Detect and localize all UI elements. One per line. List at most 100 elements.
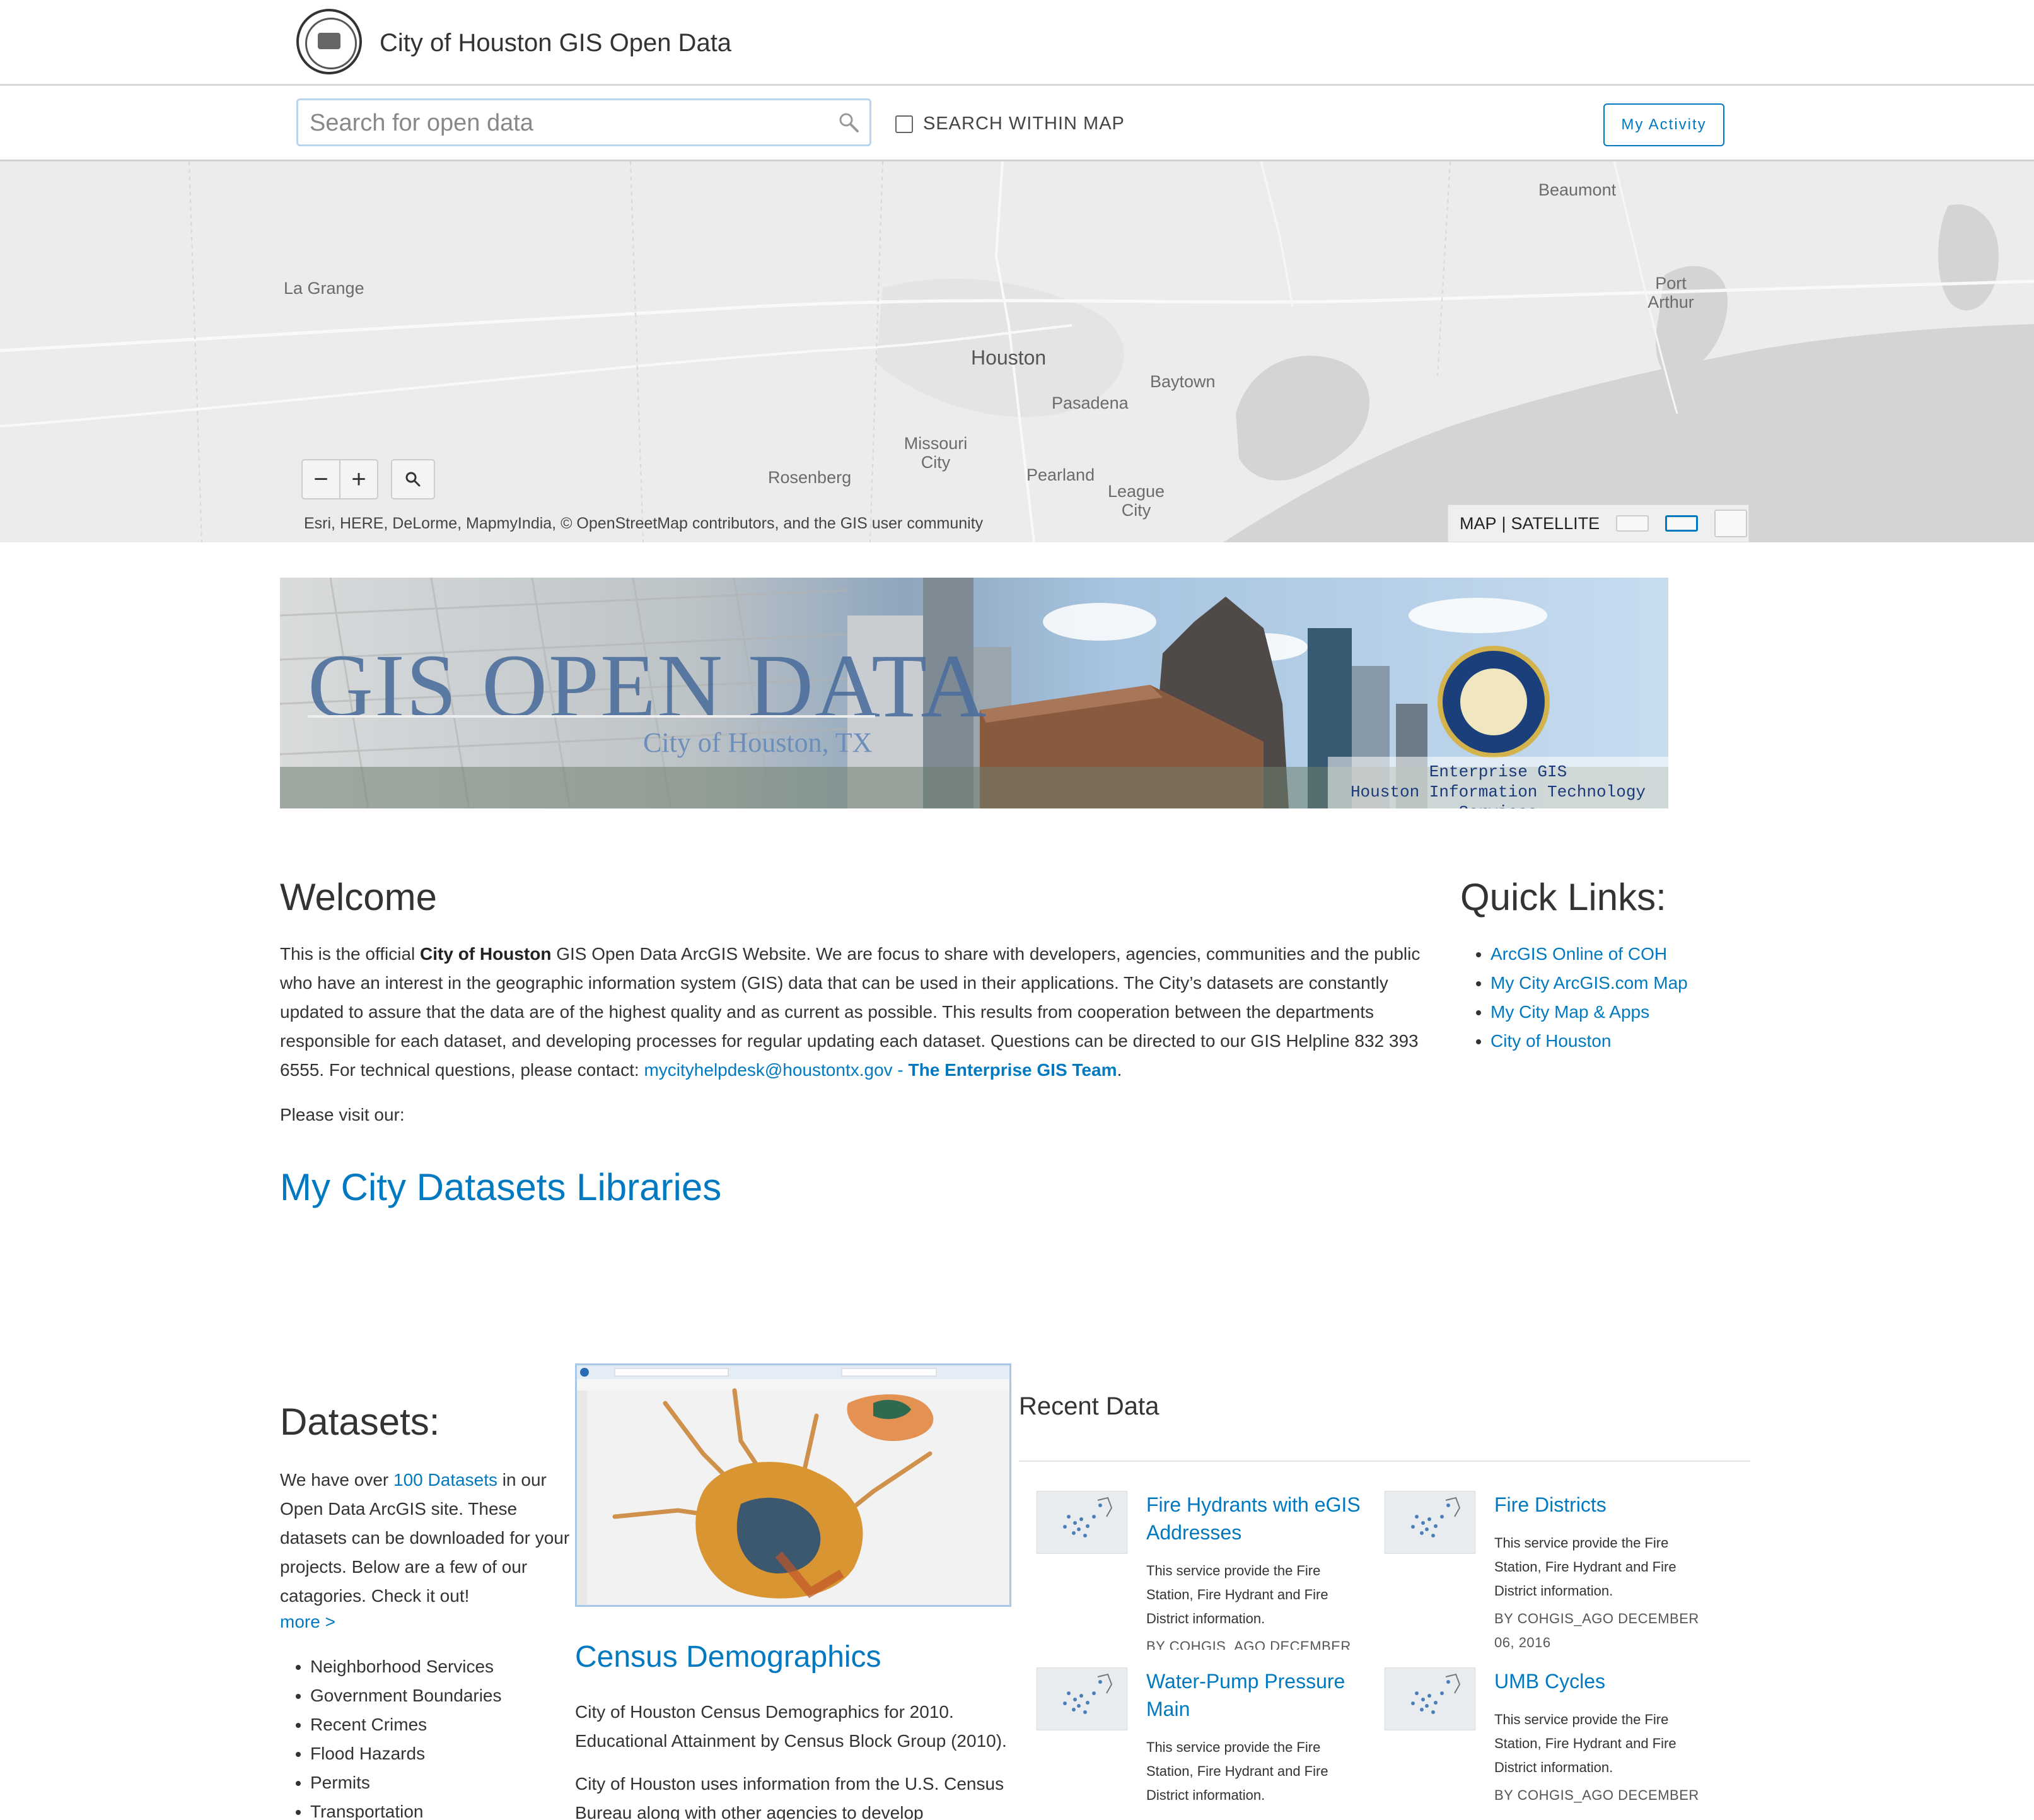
datasets-count-link[interactable]: 100 Datasets — [393, 1470, 497, 1490]
census-map-graphic — [577, 1365, 1009, 1605]
banner-title: GIS OPEN DATA — [308, 636, 988, 737]
search-input[interactable] — [310, 108, 827, 138]
recent-card-description: This service provide the Fire Station, F… — [1146, 1739, 1328, 1803]
welcome-heading: Welcome — [280, 876, 437, 918]
city-seal-logo[interactable] — [296, 9, 362, 74]
site-header: City of Houston GIS Open Data — [0, 0, 2034, 86]
category-item: Government Boundaries — [310, 1681, 502, 1710]
welcome-text-body: GIS Open Data ArcGIS Website. We are foc… — [280, 944, 1421, 1080]
recent-card-description: This service provide the Fire Station, F… — [1146, 1563, 1328, 1626]
recent-card-fire-districts[interactable]: Fire Districts This service provide the … — [1385, 1491, 1712, 1650]
magnifier-icon — [405, 472, 421, 487]
map-view[interactable]: Beaumont Port Arthur La Grange Houston B… — [0, 161, 2034, 542]
datasets-text-start: We have over — [280, 1470, 394, 1490]
basemap-thumb-imagery[interactable] — [1714, 510, 1748, 537]
map-attribution: Esri, HERE, DeLorme, MapmyIndia, © OpenS… — [304, 515, 984, 532]
recent-card-title[interactable]: Fire Districts — [1494, 1491, 1712, 1519]
map-label-missouri-city: Missouri City — [904, 434, 968, 472]
zoom-controls: − + — [301, 459, 378, 499]
map-label-la-grange: La Grange — [284, 279, 364, 298]
search-box — [296, 98, 871, 146]
houston-seal-icon — [1438, 646, 1550, 758]
quick-link-item: My City ArcGIS.com Map — [1491, 969, 1688, 998]
recent-card-description: This service provide the Fire Station, F… — [1494, 1712, 1677, 1775]
datasets-heading: Datasets: — [280, 1401, 440, 1443]
search-within-map[interactable]: SEARCH WITHIN MAP — [895, 114, 1125, 134]
search-icon[interactable] — [838, 112, 859, 133]
datasets-paragraph: We have over 100 Datasets in our Open Da… — [280, 1466, 576, 1611]
dataset-thumbnail[interactable] — [1385, 1491, 1475, 1554]
site-title[interactable]: City of Houston GIS Open Data — [380, 29, 731, 57]
banner-divider — [308, 715, 875, 718]
quick-link-map-apps[interactable]: My City Map & Apps — [1491, 1002, 1649, 1022]
map-label-baytown: Baytown — [1150, 372, 1216, 391]
map-label-rosenberg: Rosenberg — [768, 468, 852, 487]
datasets-text-end: in our Open Data ArcGIS site. These data… — [280, 1470, 570, 1606]
category-item: Permits — [310, 1768, 502, 1797]
recent-data-heading: Recent Data — [1019, 1392, 1159, 1420]
census-paragraph-1: City of Houston Census Demographics for … — [575, 1702, 1007, 1751]
visit-text: Please visit our: — [280, 1105, 405, 1124]
recent-card-byline: BY COHGIS_AGO DECEMBER 06, 2016 — [1494, 1611, 1699, 1650]
quick-links-list: ArcGIS Online of COH My City ArcGIS.com … — [1491, 940, 1688, 1056]
dataset-thumbnail[interactable] — [1037, 1667, 1127, 1730]
recent-data-divider — [1019, 1461, 1750, 1462]
search-within-map-checkbox[interactable] — [895, 115, 913, 133]
recent-card-title[interactable]: UMB Cycles — [1494, 1667, 1712, 1695]
quick-links-heading: Quick Links: — [1460, 876, 1666, 918]
point-map-thumbnail-icon — [1063, 1496, 1113, 1537]
hero-banner: GIS OPEN DATA City of Houston, TX Enterp… — [280, 578, 1668, 808]
helpdesk-email-link[interactable]: mycityhelpdesk@houstontx.gov — [644, 1060, 892, 1080]
welcome-dash: - — [892, 1060, 909, 1080]
recent-card-fire-hydrants[interactable]: Fire Hydrants with eGIS Addresses This s… — [1037, 1491, 1364, 1650]
recent-card-title[interactable]: Fire Hydrants with eGIS Addresses — [1146, 1491, 1364, 1546]
point-map-thumbnail-icon — [1063, 1673, 1113, 1714]
recent-card-description: This service provide the Fire Station, F… — [1494, 1535, 1677, 1599]
recent-card-umb-cycles[interactable]: UMB Cycles This service provide the Fire… — [1385, 1667, 1712, 1820]
census-map-screenshot[interactable] — [575, 1363, 1011, 1607]
map-label-houston: Houston — [971, 346, 1047, 369]
zoom-out-button[interactable]: − — [303, 460, 339, 498]
map-label-beaumont: Beaumont — [1538, 180, 1617, 199]
recent-card-title[interactable]: Water-Pump Pressure Main — [1146, 1667, 1364, 1723]
my-activity-button[interactable]: My Activity — [1603, 103, 1724, 146]
recent-card-byline: BY COHGIS_AGO DECEMBER — [1146, 1638, 1351, 1650]
basemap-map-option[interactable]: MAP — [1460, 514, 1497, 534]
search-within-map-label[interactable]: SEARCH WITHIN MAP — [923, 114, 1125, 134]
banner-subtitle: City of Houston, TX — [643, 727, 873, 758]
recent-card-water-pump[interactable]: Water-Pump Pressure Main This service pr… — [1037, 1667, 1364, 1820]
category-item: Transportation — [310, 1797, 502, 1820]
zoom-in-button[interactable]: + — [339, 460, 377, 498]
map-search-button[interactable] — [391, 459, 435, 499]
map-label-pasadena: Pasadena — [1052, 394, 1129, 412]
banner-caption: Enterprise GIS Houston Information Techn… — [1328, 757, 1668, 808]
datasets-libraries-link[interactable]: My City Datasets Libraries — [280, 1165, 721, 1209]
point-map-thumbnail-icon — [1411, 1673, 1461, 1714]
banner-caption-line2: Houston Information Technology Services — [1350, 783, 1646, 808]
category-item: Recent Crimes — [310, 1710, 502, 1739]
map-label-pearland: Pearland — [1026, 465, 1095, 484]
enterprise-gis-team-link[interactable]: The Enterprise GIS Team — [909, 1060, 1117, 1080]
category-item: Neighborhood Services — [310, 1652, 502, 1681]
quick-link-city-of-houston[interactable]: City of Houston — [1491, 1031, 1611, 1051]
banner-caption-line1: Enterprise GIS — [1429, 762, 1567, 781]
welcome-period: . — [1117, 1060, 1122, 1080]
quick-link-item: My City Map & Apps — [1491, 998, 1688, 1027]
welcome-city-bold: City of Houston — [420, 944, 552, 964]
basemap-satellite-option[interactable]: SATELLITE — [1511, 514, 1600, 534]
quick-link-item: ArcGIS Online of COH — [1491, 940, 1688, 969]
census-demographics-link[interactable]: Census Demographics — [575, 1640, 881, 1674]
dataset-thumbnail[interactable] — [1037, 1491, 1127, 1554]
quick-link-arcgis-map[interactable]: My City ArcGIS.com Map — [1491, 973, 1688, 993]
basemap-toggle: MAP | SATELLITE — [1448, 505, 1749, 542]
census-paragraph-2: City of Houston uses information from th… — [575, 1774, 1004, 1820]
welcome-text-start: This is the official — [280, 944, 421, 964]
basemap-thumb-gray[interactable] — [1616, 515, 1649, 532]
point-map-thumbnail-icon — [1411, 1496, 1461, 1537]
basemap-thumb-streets[interactable] — [1665, 515, 1699, 532]
dataset-thumbnail[interactable] — [1385, 1667, 1475, 1730]
datasets-more-link[interactable]: more > — [280, 1612, 335, 1632]
recent-card-byline: BY COHGIS_AGO DECEMBER — [1494, 1787, 1699, 1803]
quick-link-arcgis-online[interactable]: ArcGIS Online of COH — [1491, 944, 1667, 964]
category-list: Neighborhood Services Government Boundar… — [310, 1652, 502, 1820]
